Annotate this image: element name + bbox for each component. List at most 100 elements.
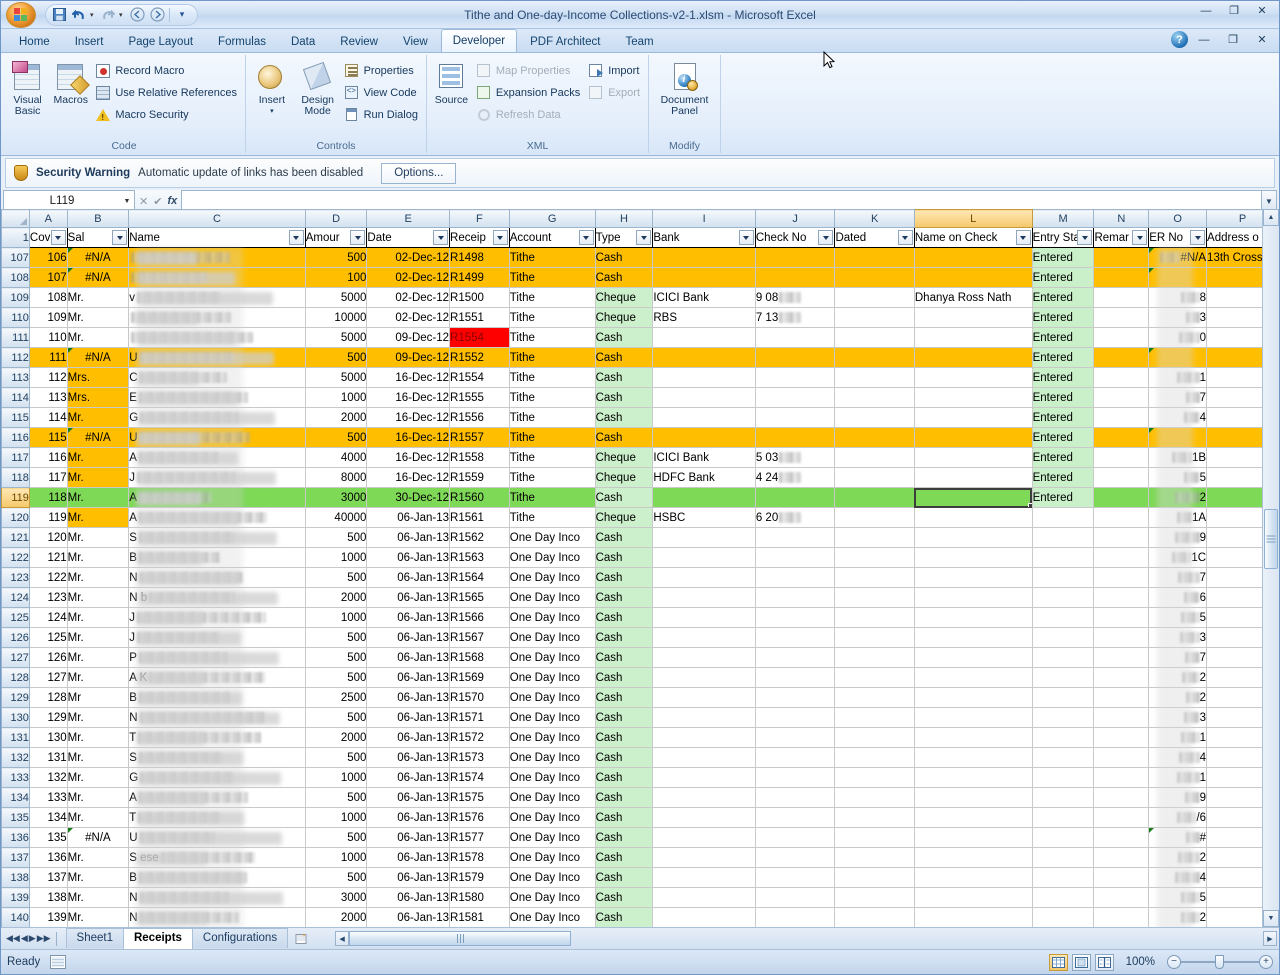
table-row[interactable]: 108107#N/A10002-Dec-12R1499TitheCashEnte… (2, 268, 1279, 288)
column-header-e[interactable]: E (367, 210, 450, 228)
cell-F119[interactable]: R1560 (450, 488, 510, 508)
cell-A111[interactable]: 110 (29, 328, 67, 348)
cell-J137[interactable] (755, 848, 835, 868)
cell-I131[interactable] (653, 728, 756, 748)
cell-K124[interactable] (835, 588, 914, 608)
cell-N130[interactable] (1094, 708, 1149, 728)
cell-M123[interactable] (1032, 568, 1094, 588)
cell-O137[interactable]: 2 (1149, 848, 1207, 868)
cell-G130[interactable]: One Day Inco (509, 708, 595, 728)
cell-D120[interactable]: 40000 (305, 508, 367, 528)
cell-D112[interactable]: 500 (305, 348, 367, 368)
column-header-i[interactable]: I (653, 210, 756, 228)
tab-review[interactable]: Review (328, 31, 390, 52)
cell-C134[interactable]: A (129, 788, 306, 808)
table-row[interactable]: 113112Mrs.C500016-Dec-12R1554TitheCashEn… (2, 368, 1279, 388)
cell-O107[interactable]: #N/A (1149, 248, 1207, 268)
table-row[interactable]: 123122Mr.N50006-Jan-13R1564One Day IncoC… (2, 568, 1279, 588)
save-icon[interactable] (50, 6, 68, 24)
cell-E111[interactable]: 09-Dec-12 (367, 328, 450, 348)
cell-D117[interactable]: 4000 (305, 448, 367, 468)
cell-D121[interactable]: 500 (305, 528, 367, 548)
tab-home[interactable]: Home (7, 31, 62, 52)
cell-A129[interactable]: 128 (29, 688, 67, 708)
cell-I124[interactable] (653, 588, 756, 608)
cell-K122[interactable] (835, 548, 914, 568)
row-header-125[interactable]: 125 (2, 608, 30, 628)
cell-C120[interactable]: A (129, 508, 306, 528)
table-row[interactable]: 127126Mr.P50006-Jan-13R1568One Day IncoC… (2, 648, 1279, 668)
tab-view[interactable]: View (391, 31, 440, 52)
cell-O112[interactable] (1149, 348, 1207, 368)
cell-I129[interactable] (653, 688, 756, 708)
filter-header-c[interactable]: Name (129, 228, 306, 248)
cell-F123[interactable]: R1564 (450, 568, 510, 588)
cell-J119[interactable] (755, 488, 835, 508)
cell-A128[interactable]: 127 (29, 668, 67, 688)
cell-K119[interactable] (835, 488, 914, 508)
cell-G124[interactable]: One Day Inco (509, 588, 595, 608)
table-row[interactable]: 110109Mr.1000002-Dec-12R1551TitheChequeR… (2, 308, 1279, 328)
cell-M113[interactable]: Entered (1032, 368, 1094, 388)
cell-N136[interactable] (1094, 828, 1149, 848)
cell-I121[interactable] (653, 528, 756, 548)
cell-H117[interactable]: Cheque (595, 448, 653, 468)
cell-E110[interactable]: 02-Dec-12 (367, 308, 450, 328)
cell-C123[interactable]: N (129, 568, 306, 588)
cell-L112[interactable] (914, 348, 1032, 368)
cell-E107[interactable]: 02-Dec-12 (367, 248, 450, 268)
table-row[interactable]: 133132Mr.G100006-Jan-13R1574One Day Inco… (2, 768, 1279, 788)
cell-C127[interactable]: P (129, 648, 306, 668)
cell-H111[interactable]: Cash (595, 328, 653, 348)
name-box-dropdown-arrow[interactable]: ▼ (120, 198, 134, 205)
cell-N139[interactable] (1094, 888, 1149, 908)
filter-header-e[interactable]: Date (367, 228, 450, 248)
cell-E108[interactable]: 02-Dec-12 (367, 268, 450, 288)
cell-G119[interactable]: Tithe (509, 488, 595, 508)
cell-D135[interactable]: 1000 (305, 808, 367, 828)
export-button[interactable]: Export (586, 82, 644, 103)
cell-N135[interactable] (1094, 808, 1149, 828)
cell-B135[interactable]: Mr. (67, 808, 129, 828)
cell-F121[interactable]: R1562 (450, 528, 510, 548)
cell-K125[interactable] (835, 608, 914, 628)
cell-D123[interactable]: 500 (305, 568, 367, 588)
cell-E121[interactable]: 06-Jan-13 (367, 528, 450, 548)
row-header-123[interactable]: 123 (2, 568, 30, 588)
cell-E122[interactable]: 06-Jan-13 (367, 548, 450, 568)
row-header-138[interactable]: 138 (2, 868, 30, 888)
zoom-in-button[interactable]: + (1259, 955, 1273, 969)
cell-I128[interactable] (653, 668, 756, 688)
table-row[interactable]: 129128MrB250006-Jan-13R1570One Day IncoC… (2, 688, 1279, 708)
cell-O139[interactable]: 5 (1149, 888, 1207, 908)
filter-dropdown-m-icon[interactable] (1077, 230, 1092, 245)
cell-E136[interactable]: 06-Jan-13 (367, 828, 450, 848)
table-row[interactable]: 118117Mr.J800016-Dec-12R1559TitheChequeH… (2, 468, 1279, 488)
cell-G117[interactable]: Tithe (509, 448, 595, 468)
cell-F114[interactable]: R1555 (450, 388, 510, 408)
cell-G137[interactable]: One Day Inco (509, 848, 595, 868)
cell-L130[interactable] (914, 708, 1032, 728)
cell-I107[interactable] (653, 248, 756, 268)
cell-O124[interactable]: 6 (1149, 588, 1207, 608)
cell-A127[interactable]: 126 (29, 648, 67, 668)
zoom-out-button[interactable]: − (1167, 955, 1181, 969)
cell-A131[interactable]: 130 (29, 728, 67, 748)
cell-N138[interactable] (1094, 868, 1149, 888)
filter-header-b[interactable]: Sal (67, 228, 129, 248)
cell-H125[interactable]: Cash (595, 608, 653, 628)
cell-K138[interactable] (835, 868, 914, 888)
cell-J133[interactable] (755, 768, 835, 788)
cell-O130[interactable]: 3 (1149, 708, 1207, 728)
cell-I127[interactable] (653, 648, 756, 668)
cell-F126[interactable]: R1567 (450, 628, 510, 648)
cell-G118[interactable]: Tithe (509, 468, 595, 488)
cell-O121[interactable]: 9 (1149, 528, 1207, 548)
cell-B137[interactable]: Mr. (67, 848, 129, 868)
cell-E134[interactable]: 06-Jan-13 (367, 788, 450, 808)
cell-B139[interactable]: Mr. (67, 888, 129, 908)
cell-J124[interactable] (755, 588, 835, 608)
cell-C108[interactable] (129, 268, 306, 288)
cell-N126[interactable] (1094, 628, 1149, 648)
cell-O136[interactable]: # (1149, 828, 1207, 848)
